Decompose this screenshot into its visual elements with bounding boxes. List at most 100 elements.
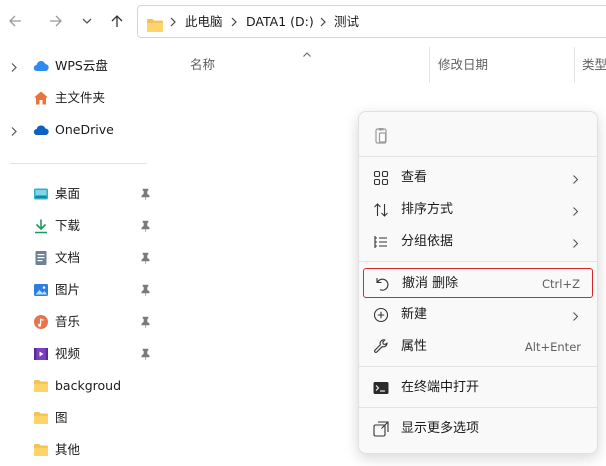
folder-icon xyxy=(33,410,49,426)
menu-item-label: 在终端中打开 xyxy=(401,380,480,395)
sidebar-item-other[interactable]: 其他 xyxy=(0,434,158,466)
forward-button[interactable] xyxy=(42,9,70,33)
sidebar-item-onedrive[interactable]: OneDrive xyxy=(0,114,158,146)
desktop-icon xyxy=(33,186,49,202)
properties-wrench-icon xyxy=(373,339,389,355)
folder-icon xyxy=(146,13,164,32)
sidebar-item-videos[interactable]: 视频 xyxy=(0,338,158,370)
document-icon xyxy=(33,250,49,266)
column-header-name[interactable]: 名称 xyxy=(190,57,215,73)
music-icon xyxy=(33,314,49,330)
sidebar-item-label: WPS云盘 xyxy=(55,58,108,73)
sidebar-item-label: 桌面 xyxy=(55,186,81,201)
menu-item-label: 查看 xyxy=(401,170,428,185)
shortcut-label: Ctrl+Z xyxy=(542,277,580,291)
menu-item-label: 属性 xyxy=(401,339,428,354)
chevron-right-icon xyxy=(169,16,177,31)
up-button[interactable] xyxy=(104,9,130,33)
terminal-icon xyxy=(373,380,389,396)
sidebar-divider xyxy=(10,163,147,164)
sidebar-item-label: 主文件夹 xyxy=(55,90,106,105)
column-divider[interactable] xyxy=(574,47,575,83)
sidebar-item-documents[interactable]: 文档 xyxy=(0,242,158,274)
menu-item-label: 分组依据 xyxy=(401,234,454,249)
pin-icon[interactable] xyxy=(140,252,151,267)
menu-separator xyxy=(359,366,597,367)
menu-item-view[interactable]: 查看 xyxy=(363,163,593,193)
pictures-icon xyxy=(33,282,49,298)
arrow-left-icon xyxy=(8,14,22,28)
sidebar-item-label: backgroud xyxy=(55,378,122,393)
menu-item-label: 排序方式 xyxy=(401,202,454,217)
folder-icon xyxy=(33,442,49,458)
video-icon xyxy=(33,346,49,362)
menu-item-undo-delete[interactable]: 撤消 删除 Ctrl+Z xyxy=(363,268,593,298)
chevron-right-icon xyxy=(572,310,579,325)
pin-icon[interactable] xyxy=(140,188,151,203)
breadcrumb-drive[interactable]: DATA1 (D:) xyxy=(246,6,314,37)
sidebar-item-desktop[interactable]: 桌面 xyxy=(0,178,158,210)
menu-item-show-more-options[interactable]: 显示更多选项 xyxy=(363,414,593,444)
address-bar[interactable]: 此电脑 DATA1 (D:) 测试 xyxy=(137,5,606,38)
pin-icon[interactable] xyxy=(140,220,151,235)
arrow-up-icon xyxy=(110,14,124,28)
column-divider[interactable] xyxy=(429,47,430,83)
sidebar-item-label: 下载 xyxy=(55,218,81,233)
download-icon xyxy=(33,218,49,234)
menu-separator xyxy=(359,407,597,408)
breadcrumb-this-pc[interactable]: 此电脑 xyxy=(185,6,223,37)
menu-item-properties[interactable]: 属性 Alt+Enter xyxy=(363,332,593,362)
folder-icon xyxy=(33,378,49,394)
pin-icon[interactable] xyxy=(140,316,151,331)
home-icon xyxy=(33,90,49,106)
arrow-right-icon xyxy=(49,14,63,28)
back-button[interactable] xyxy=(1,9,29,33)
chevron-right-icon[interactable] xyxy=(10,61,18,76)
sidebar-item-tu[interactable]: 图 xyxy=(0,402,158,434)
navigation-pane: WPS云盘 主文件夹 OneDrive 桌面 下载 文档 图片 音乐 视频 ba… xyxy=(0,45,158,457)
chevron-right-icon[interactable] xyxy=(10,125,18,140)
column-header-date-modified[interactable]: 修改日期 xyxy=(438,57,488,73)
chevron-right-icon xyxy=(230,16,238,31)
menu-item-open-in-terminal[interactable]: 在终端中打开 xyxy=(363,373,593,403)
recent-locations-button[interactable] xyxy=(76,9,98,33)
menu-separator xyxy=(359,261,597,262)
menu-separator xyxy=(359,156,597,157)
sort-ascending-icon xyxy=(302,46,312,61)
sidebar-item-backgroud[interactable]: backgroud xyxy=(0,370,158,402)
sidebar-item-label: 其他 xyxy=(55,442,81,457)
column-header-type[interactable]: 类型 xyxy=(582,57,606,73)
chevron-right-icon xyxy=(572,205,579,220)
chevron-right-icon xyxy=(572,173,579,188)
view-grid-icon xyxy=(373,170,389,186)
sidebar-item-label: 图片 xyxy=(55,282,81,297)
sidebar-item-music[interactable]: 音乐 xyxy=(0,306,158,338)
menu-item-label: 撤消 删除 xyxy=(402,276,459,291)
sidebar-item-wps-cloud[interactable]: WPS云盘 xyxy=(0,50,158,82)
sidebar-item-label: 音乐 xyxy=(55,314,81,329)
new-plus-icon xyxy=(373,307,389,323)
breadcrumb-current-folder[interactable]: 测试 xyxy=(334,6,359,37)
chevron-right-icon xyxy=(572,237,579,252)
sidebar-item-pictures[interactable]: 图片 xyxy=(0,274,158,306)
wps-cloud-icon xyxy=(33,58,49,74)
onedrive-cloud-icon xyxy=(33,122,49,138)
context-menu: 查看 排序方式 分组依据 撤消 删除 Ctrl+Z 新建 属性 Alt+Ente… xyxy=(358,111,598,454)
menu-item-label: 新建 xyxy=(401,307,428,322)
undo-icon xyxy=(374,276,390,292)
menu-item-new[interactable]: 新建 xyxy=(363,300,593,330)
menu-item-group-by[interactable]: 分组依据 xyxy=(363,227,593,257)
group-by-icon xyxy=(373,234,389,250)
chevron-down-icon xyxy=(81,15,93,27)
sidebar-item-home[interactable]: 主文件夹 xyxy=(0,82,158,114)
sidebar-item-label: 图 xyxy=(55,410,68,425)
sidebar-item-downloads[interactable]: 下载 xyxy=(0,210,158,242)
menu-item-label: 显示更多选项 xyxy=(401,421,480,436)
context-menu-quick-actions xyxy=(359,112,597,156)
menu-item-sort-by[interactable]: 排序方式 xyxy=(363,195,593,225)
sidebar-item-label: OneDrive xyxy=(55,122,114,137)
pin-icon[interactable] xyxy=(140,348,151,363)
pin-icon[interactable] xyxy=(140,284,151,299)
chevron-right-icon xyxy=(319,16,327,31)
sort-icon xyxy=(373,202,389,218)
